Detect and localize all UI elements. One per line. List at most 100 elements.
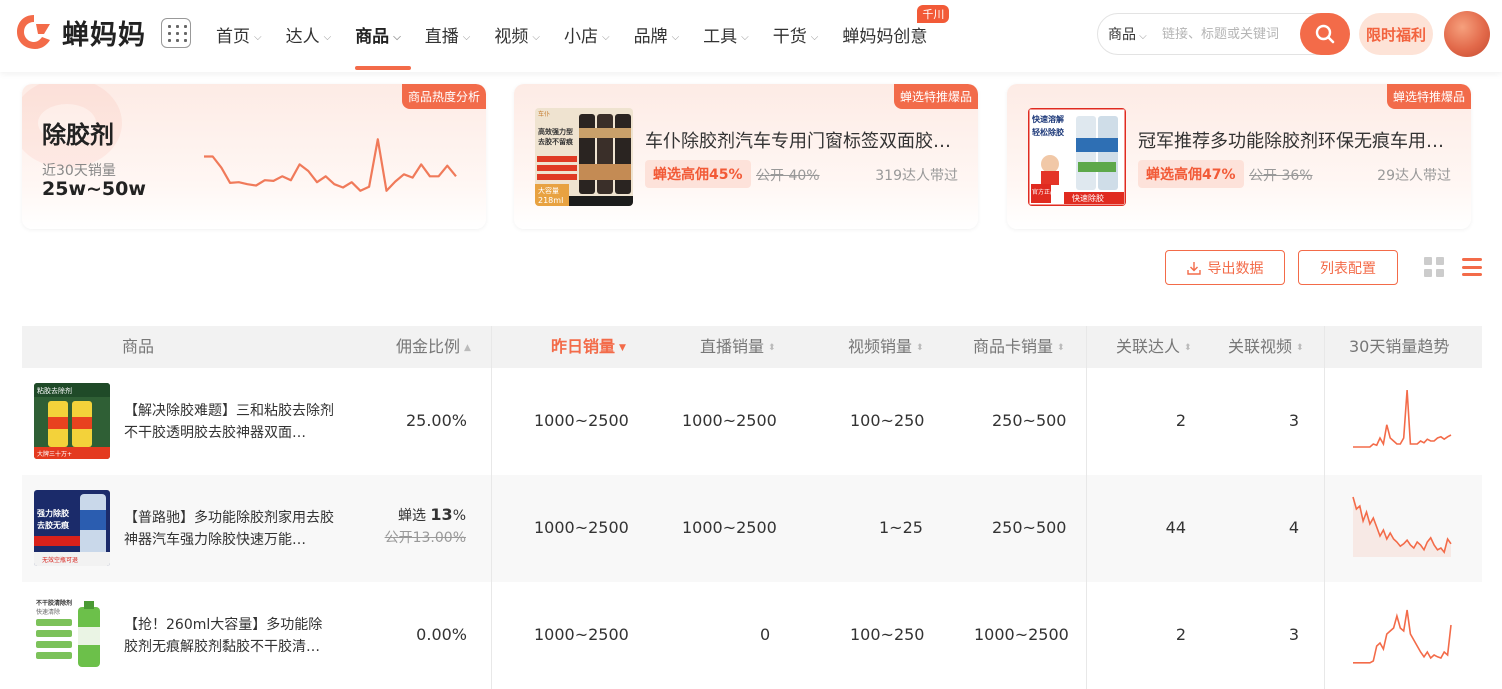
nav-item-5[interactable]: 小店 ⌵ [564,22,610,47]
apps-grid-icon[interactable] [161,18,191,48]
video-count: 3 [1288,625,1299,644]
nav-item-8[interactable]: 干货 ⌵ [773,22,819,47]
export-label: 导出数据 [1207,260,1264,277]
featured-product-card[interactable]: 蝉选特推爆品 高效强力型 去胶不留痕 大容量 218ml 车仆 车仆除胶剂汽车专… [514,84,978,229]
nav-label: 视频 [494,27,529,47]
commission-value: 蝉选 13% 公开13.00% [384,505,466,546]
svg-text:轻松除胶: 轻松除胶 [1032,127,1064,137]
search-type-dropdown[interactable]: 商品 ⌵ [1108,24,1162,44]
chevron-down-icon: ⌵ [1136,31,1147,42]
main-nav: 首页 ⌵ 达人 ⌵ 商品 ⌵ 直播 ⌵ 视频 ⌵ 小店 ⌵ 品牌 ⌵ 工具 ⌵ 干货 ⌵ 蝉妈妈创意 千川 [216,5,951,70]
product-title[interactable]: 【抢！260ml大容量】多功能除胶剂无痕解胶剂黏胶不干胶清… [124,614,336,658]
col-live-sales[interactable]: 直播销量 ⬍ [700,326,776,368]
svg-text:强力除胶: 强力除胶 [37,508,69,518]
keyword-heat-card[interactable]: 商品热度分析 除胶剂 近30天销量 25w~50w [22,84,486,229]
col-video-sales[interactable]: 视频销量 ⬍ [848,326,924,368]
search-icon [1315,24,1335,44]
nav-item-9[interactable]: 蝉妈妈创意 千川 [842,5,950,47]
list-config-button[interactable]: 列表配置 [1298,250,1398,285]
logo[interactable]: 蝉妈妈 [14,12,146,52]
heat-analysis-tag[interactable]: 商品热度分析 [401,84,486,109]
live-sales: 1000~2500 [682,518,777,537]
search-type-label: 商品 [1108,27,1136,43]
col-commission[interactable]: 佣金比例 ▲ [396,326,471,368]
live-sales: 0 [760,625,771,644]
search-button[interactable] [1300,13,1350,55]
influencer-count: 44 [1165,518,1186,537]
col-influencers[interactable]: 关联达人 ⬍ [1116,326,1192,368]
column-divider [1324,326,1325,689]
promo-button[interactable]: 限时福利 [1359,13,1433,55]
chevron-down-icon: ⌵ [323,32,332,43]
product-title[interactable]: 车仆除胶剂汽车专用门窗标签双面胶… [645,127,955,153]
product-title[interactable]: 【解决除胶难题】三和粘胶去除剂不干胶透明胶去胶神器双面… [124,400,336,444]
sales-trend-chart [1352,496,1452,557]
card-sales: 1000~2500 [974,625,1069,644]
product-title[interactable]: 冠军推荐多功能除胶剂环保无痕车用… [1138,127,1448,153]
nav-label: 商品 [355,27,390,47]
nav-item-4[interactable]: 视频 ⌵ [494,22,540,47]
sort-icon: ⬍ [1296,343,1304,353]
card-sales: 250~500 [992,518,1067,537]
table-row[interactable]: 强力除胶 去胶无痕 无效空瓶可退 【普路驰】多功能除胶剂家用去胶神器汽车强力除胶… [22,475,1482,582]
svg-text:大容量: 大容量 [538,186,559,195]
export-data-button[interactable]: 导出数据 [1165,250,1285,285]
product-image[interactable]: 不干胶清除剂 快速清除 [34,597,110,673]
influencer-count: 29达人带过 [1377,168,1451,184]
influencer-count: 2 [1175,411,1186,430]
featured-tag: 蝉选特推爆品 [893,84,978,109]
table-row[interactable]: 不干胶清除剂 快速清除 【抢！260ml大容量】多功能除胶剂无痕解胶剂黏胶不干胶… [22,582,1482,689]
col-yesterday-sales[interactable]: 昨日销量 ▼ [551,326,626,368]
sort-icon: ⬍ [768,343,776,353]
col-trend: 30天销量趋势 [1349,337,1450,356]
nav-badge: 千川 [917,5,950,23]
sales-label: 近30天销量 [42,163,116,179]
nav-item-2[interactable]: 商品 ⌵ [355,22,411,70]
product-image[interactable]: 快速溶解 轻松除胶 官方正品 快速除胶 [1028,108,1126,206]
product-image[interactable]: 高效强力型 去胶不留痕 大容量 218ml 车仆 [535,108,633,206]
chevron-down-icon: ⌵ [810,32,819,43]
search-input[interactable] [1162,26,1302,42]
svg-text:车仆: 车仆 [538,110,550,118]
video-sales: 1~25 [879,518,923,537]
sort-icon: ▲ [464,343,471,353]
nav-item-7[interactable]: 工具 ⌵ [703,22,749,47]
chevron-down-icon: ⌵ [671,32,680,43]
logo-text: 蝉妈妈 [62,19,146,51]
logo-icon [14,12,54,52]
nav-item-6[interactable]: 品牌 ⌵ [634,22,680,47]
featured-product-card[interactable]: 蝉选特推爆品 快速溶解 轻松除胶 官方正品 快速除胶 冠军推荐多功能除胶剂环保无… [1007,84,1471,229]
product-title[interactable]: 【普路驰】多功能除胶剂家用去胶神器汽车强力除胶快速万能… [124,507,336,551]
avatar[interactable] [1444,11,1490,57]
svg-text:无效空瓶可退: 无效空瓶可退 [42,556,78,564]
table-row[interactable]: 粘胶去除剂 大牌三十万+ 【解决除胶难题】三和粘胶去除剂不干胶透明胶去胶神器双面… [22,368,1482,475]
sort-desc-icon: ▼ [619,343,626,353]
column-divider [1086,326,1087,689]
public-commission: 公开 40% [756,168,820,184]
chevron-down-icon: ⌵ [462,32,471,43]
grid-view-icon[interactable] [1424,257,1444,277]
col-card-sales[interactable]: 商品卡销量 ⬍ [973,326,1065,368]
sales-trend-chart [1353,389,1452,448]
video-sales: 100~250 [850,411,925,430]
svg-text:大牌三十万+: 大牌三十万+ [37,450,72,458]
influencer-count: 319达人带过 [875,168,958,184]
public-commission: 公开13.00% [384,530,466,546]
product-image[interactable]: 强力除胶 去胶无痕 无效空瓶可退 [34,490,110,566]
top-navbar: 蝉妈妈 首页 ⌵ 达人 ⌵ 商品 ⌵ 直播 ⌵ 视频 ⌵ 小店 ⌵ 品牌 ⌵ 工具 ⌵ 干货 ⌵ 蝉妈妈创意 千川 商… [0,0,1502,72]
nav-item-1[interactable]: 达人 ⌵ [286,22,332,47]
product-image[interactable]: 粘胶去除剂 大牌三十万+ [34,383,110,459]
col-videos[interactable]: 关联视频 ⬍ [1228,326,1304,368]
live-sales: 1000~2500 [682,411,777,430]
yesterday-sales: 1000~2500 [534,518,629,537]
yesterday-sales: 1000~2500 [534,411,629,430]
nav-item-3[interactable]: 直播 ⌵ [425,22,471,47]
list-view-icon[interactable] [1462,258,1482,276]
column-divider [491,326,492,689]
nav-item-0[interactable]: 首页 ⌵ [216,22,262,47]
video-count: 4 [1288,518,1299,537]
svg-text:官方正品: 官方正品 [1032,188,1056,196]
influencer-count: 2 [1175,625,1186,644]
svg-text:去胶无痕: 去胶无痕 [37,520,70,530]
col-product: 商品 [122,337,155,356]
